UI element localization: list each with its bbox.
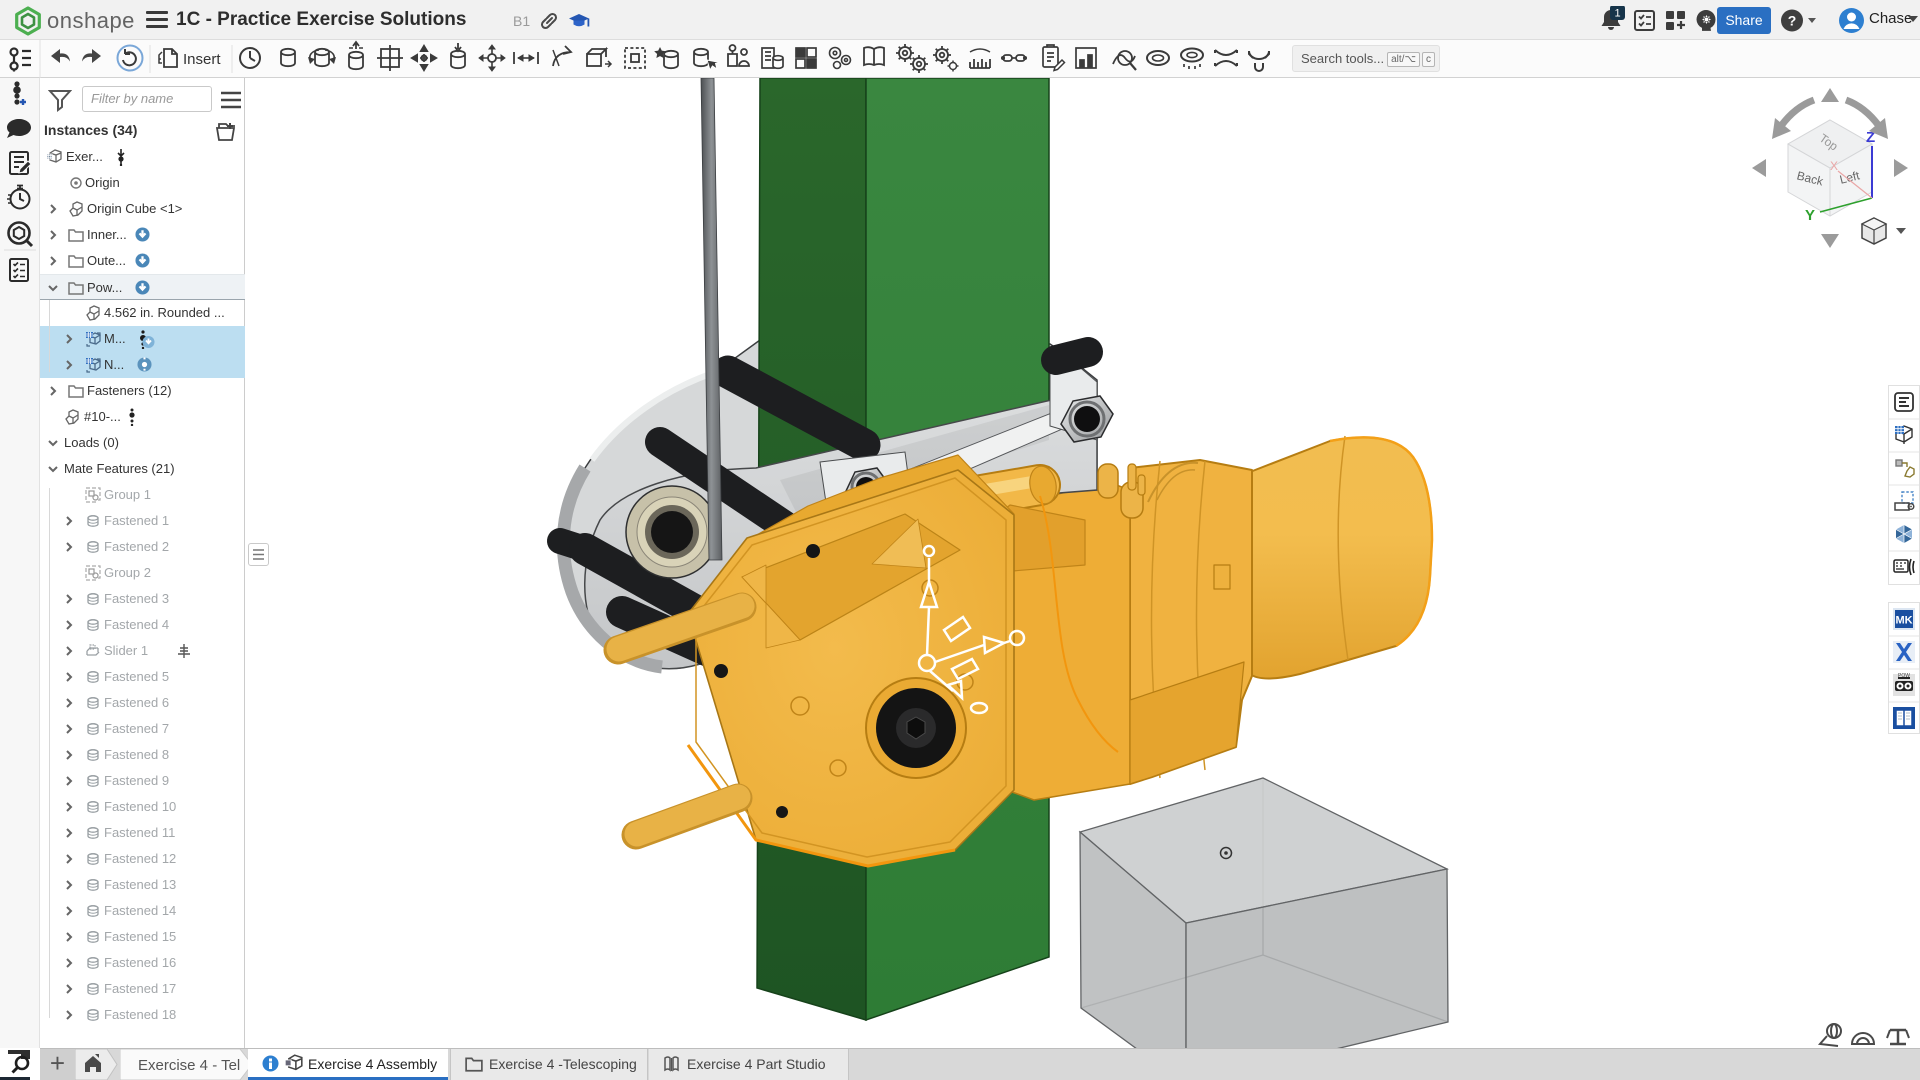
svg-text:?: ? (1788, 13, 1797, 29)
svg-text:MK: MK (1895, 615, 1912, 627)
svg-text:X: X (1830, 159, 1838, 173)
svg-text:Exercise 4 - Tel: Exercise 4 - Tel (138, 1057, 240, 1074)
svg-text:1: 1 (1614, 8, 1620, 20)
svg-text:Insert: Insert (183, 51, 221, 68)
svg-text:POW: POW (1898, 673, 1910, 679)
svg-text:Y: Y (1805, 207, 1815, 224)
